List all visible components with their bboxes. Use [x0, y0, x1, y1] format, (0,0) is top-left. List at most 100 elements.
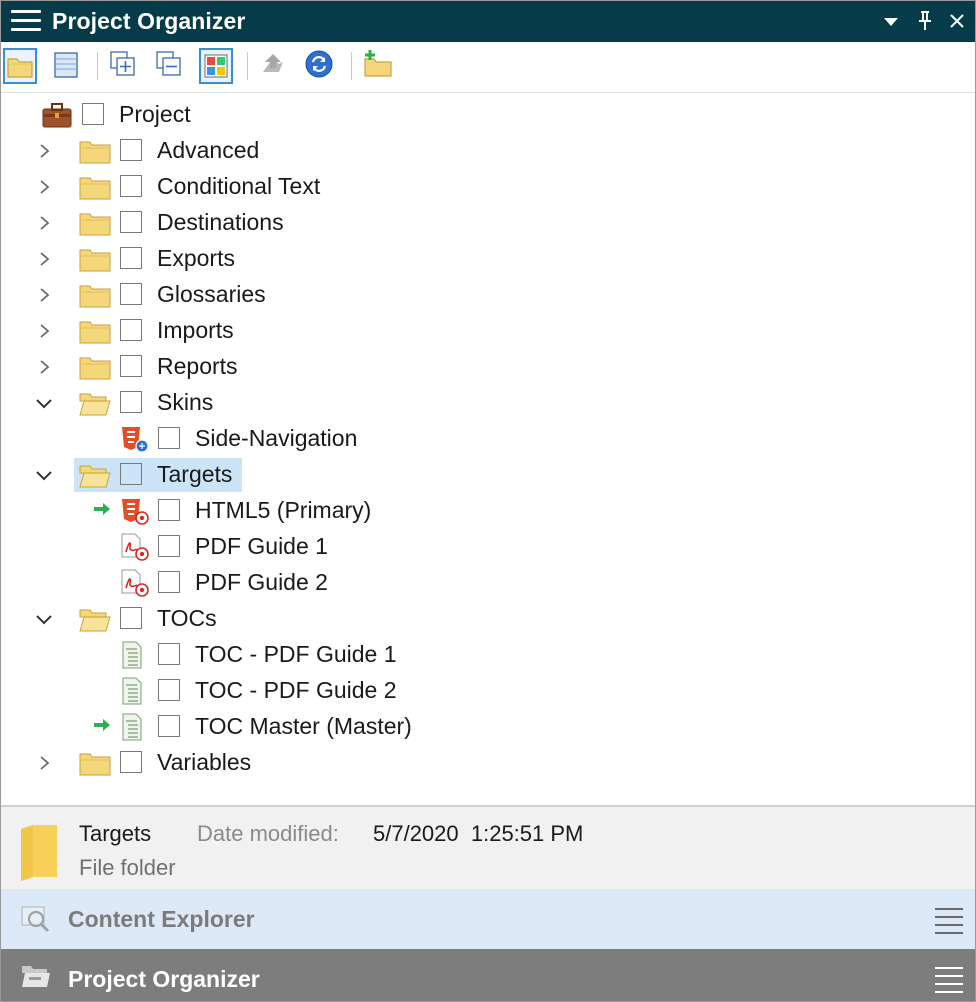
checkbox[interactable]	[158, 571, 180, 593]
checkbox[interactable]	[158, 643, 180, 665]
info-item-type: File folder	[79, 855, 176, 880]
chevron-right-icon[interactable]	[35, 141, 55, 161]
toc-file-icon	[122, 713, 142, 741]
tree-item-tocs[interactable]: TOCs	[1, 601, 975, 637]
refresh-icon	[305, 50, 333, 78]
tree-item-project[interactable]: Project	[1, 97, 975, 133]
project-briefcase-icon	[42, 103, 72, 128]
tree-item-conditional-text[interactable]: Conditional Text	[1, 169, 975, 205]
dropdown-arrow-icon[interactable]	[879, 9, 903, 33]
folder-icon	[79, 753, 111, 776]
expand-all-icon	[110, 51, 135, 76]
info-date-value: 5/7/2020 1:25:51 PM	[373, 821, 584, 846]
checkbox[interactable]	[120, 283, 142, 305]
chevron-right-icon[interactable]	[35, 249, 55, 269]
tree-item-toc-master[interactable]: TOC Master (Master)	[1, 709, 975, 745]
chevron-right-icon[interactable]	[35, 753, 55, 773]
new-folder-icon	[364, 50, 392, 77]
open-folder-icon	[79, 465, 111, 488]
chevron-right-icon[interactable]	[35, 357, 55, 377]
checkbox[interactable]	[158, 679, 180, 701]
hamburger-menu-icon[interactable]	[935, 908, 963, 940]
chevron-down-icon[interactable]	[34, 465, 54, 485]
tree-item-glossaries[interactable]: Glossaries	[1, 277, 975, 313]
item-info-panel: Targets File folder Date modified: 5/7/2…	[1, 805, 975, 891]
primary-arrow-icon	[94, 719, 110, 731]
pdf-target-icon	[121, 569, 149, 597]
tree-item-label: TOC - PDF Guide 1	[195, 641, 397, 667]
chevron-down-icon[interactable]	[34, 393, 54, 413]
chevron-right-icon[interactable]	[35, 213, 55, 233]
checkbox[interactable]	[120, 391, 142, 413]
tree-item-imports[interactable]: Imports	[1, 313, 975, 349]
tree-item-destinations[interactable]: Destinations	[1, 205, 975, 241]
project-organizer-icon	[22, 966, 50, 987]
tree-item-label: Variables	[157, 749, 252, 775]
hamburger-menu-icon[interactable]	[11, 10, 41, 34]
tab-project-organizer[interactable]: Project Organizer	[1, 949, 975, 1001]
tab-content-explorer[interactable]: Content Explorer	[1, 889, 975, 949]
folder-view-button[interactable]	[3, 48, 37, 84]
tree-item-label: TOCs	[157, 605, 217, 631]
tree-item-skins[interactable]: Skins	[1, 385, 975, 421]
tree-item-pdf-guide-2[interactable]: PDF Guide 2	[1, 565, 975, 601]
folder-icon	[79, 213, 111, 236]
expand-all-button[interactable]	[107, 48, 141, 84]
hamburger-menu-icon[interactable]	[935, 967, 963, 999]
tree-item-reports[interactable]: Reports	[1, 349, 975, 385]
tree-item-label: PDF Guide 1	[195, 533, 328, 559]
chevron-down-icon[interactable]	[34, 609, 54, 629]
tree-item-pdf-guide-1[interactable]: PDF Guide 1	[1, 529, 975, 565]
tree-item-toc-pdf-guide-1[interactable]: TOC - PDF Guide 1	[1, 637, 975, 673]
color-grid-button[interactable]	[199, 48, 233, 84]
collapse-all-icon	[156, 51, 181, 76]
pin-icon[interactable]	[913, 9, 937, 33]
chevron-right-icon[interactable]	[35, 285, 55, 305]
checkbox[interactable]	[158, 715, 180, 737]
chevron-right-icon[interactable]	[35, 321, 55, 341]
checkbox[interactable]	[120, 211, 142, 233]
tab-label: Content Explorer	[68, 906, 255, 932]
tree-item-label: Reports	[157, 353, 238, 379]
tree-item-label: Advanced	[157, 137, 260, 163]
checkbox[interactable]	[158, 427, 180, 449]
folder-icon	[79, 321, 111, 344]
tree-item-variables[interactable]: Variables	[1, 745, 975, 781]
checkbox[interactable]	[120, 319, 142, 341]
checkbox[interactable]	[120, 751, 142, 773]
checkbox[interactable]	[120, 355, 142, 377]
html5-skin-icon	[122, 427, 149, 453]
content-explorer-icon	[21, 906, 50, 933]
info-date-label: Date modified:	[197, 821, 339, 846]
tree-item-toc-pdf-guide-2[interactable]: TOC - PDF Guide 2	[1, 673, 975, 709]
tree-item-exports[interactable]: Exports	[1, 241, 975, 277]
tree-item-side-navigation[interactable]: Side-Navigation	[1, 421, 975, 457]
list-view-button[interactable]	[51, 48, 85, 84]
tree-item-label: HTML5 (Primary)	[195, 497, 372, 523]
tree-item-targets[interactable]: Targets	[1, 457, 975, 493]
title-bar: Project Organizer	[1, 1, 975, 42]
tree-item-advanced[interactable]: Advanced	[1, 133, 975, 169]
checkbox[interactable]	[120, 139, 142, 161]
checkbox[interactable]	[158, 499, 180, 521]
tree-item-label: Targets	[157, 461, 233, 487]
checkbox[interactable]	[120, 247, 142, 269]
tree-item-label: Imports	[157, 317, 234, 343]
checkbox[interactable]	[120, 175, 142, 197]
pdf-target-icon	[121, 533, 149, 561]
large-folder-icon	[21, 825, 57, 881]
tree-item-html5-primary[interactable]: HTML5 (Primary)	[1, 493, 975, 529]
checkbox[interactable]	[82, 103, 104, 125]
open-folder-icon	[79, 609, 111, 632]
toc-file-icon	[122, 677, 142, 705]
checkbox[interactable]	[120, 463, 142, 485]
refresh-button[interactable]	[303, 48, 337, 84]
chevron-right-icon[interactable]	[35, 177, 55, 197]
move-up-button[interactable]	[257, 48, 291, 84]
close-icon[interactable]	[945, 9, 969, 33]
folder-icon	[79, 285, 111, 308]
new-folder-button[interactable]	[361, 48, 395, 84]
checkbox[interactable]	[158, 535, 180, 557]
collapse-all-button[interactable]	[153, 48, 187, 84]
checkbox[interactable]	[120, 607, 142, 629]
